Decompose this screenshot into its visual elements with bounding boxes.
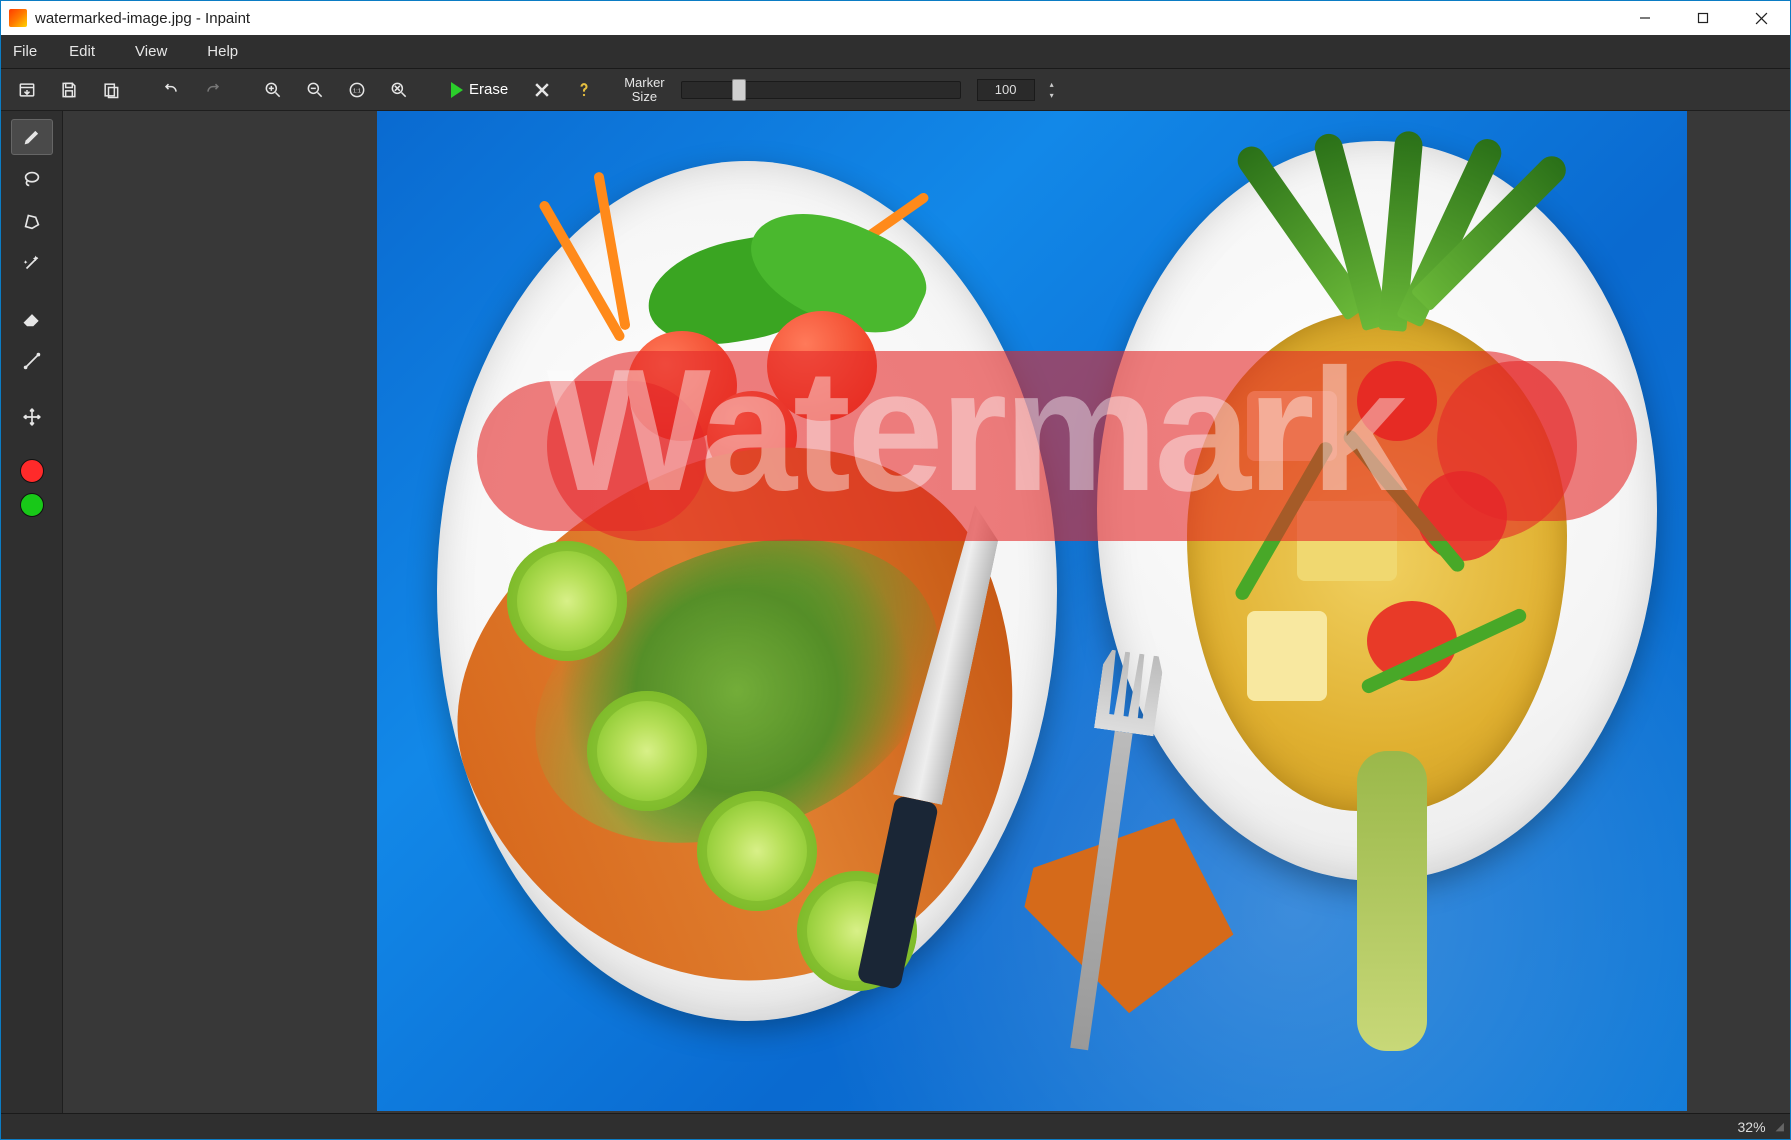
menu-bar: File Edit View Help — [1, 35, 1790, 69]
menu-view[interactable]: View — [123, 37, 195, 66]
menu-edit[interactable]: Edit — [57, 37, 123, 66]
image-content — [507, 541, 627, 661]
menu-file[interactable]: File — [5, 37, 57, 66]
selection-mask — [1437, 361, 1637, 521]
open-button[interactable] — [9, 73, 45, 107]
erase-label: Erase — [469, 81, 508, 98]
main-toolbar: 1:1 Erase Marker Size ▴ ▾ — [1, 69, 1790, 111]
lasso-tool[interactable] — [11, 161, 53, 197]
marker-size-slider[interactable] — [681, 81, 961, 99]
resize-grip[interactable]: ◢ — [1776, 1120, 1782, 1133]
image-content — [1247, 611, 1327, 701]
close-button[interactable] — [1732, 1, 1790, 35]
mask-color-red[interactable] — [20, 459, 44, 483]
canvas-area[interactable]: Watermark — [63, 111, 1790, 1113]
zoom-in-button[interactable] — [255, 73, 291, 107]
zoom-actual-button[interactable]: 1:1 — [339, 73, 375, 107]
window-title: watermarked-image.jpg - Inpaint — [35, 10, 1616, 27]
play-icon — [451, 82, 463, 98]
zoom-out-button[interactable] — [297, 73, 333, 107]
marker-tool[interactable] — [11, 119, 53, 155]
marker-size-increase[interactable]: ▴ — [1045, 79, 1059, 90]
paste-button[interactable] — [93, 73, 129, 107]
clear-selection-button[interactable] — [524, 73, 560, 107]
undo-button[interactable] — [153, 73, 189, 107]
help-button[interactable] — [566, 73, 602, 107]
image-content — [1357, 751, 1427, 1051]
watermark-text: Watermark — [547, 329, 1404, 530]
eraser-tool[interactable] — [11, 301, 53, 337]
app-icon — [9, 9, 27, 27]
donor-color-green[interactable] — [20, 493, 44, 517]
erase-button[interactable]: Erase — [441, 73, 518, 107]
polygon-tool[interactable] — [11, 203, 53, 239]
move-tool[interactable] — [11, 399, 53, 435]
line-tool[interactable] — [11, 343, 53, 379]
menu-help[interactable]: Help — [195, 37, 266, 66]
svg-text:1:1: 1:1 — [353, 88, 361, 94]
save-button[interactable] — [51, 73, 87, 107]
image-content — [697, 791, 817, 911]
status-bar: 32% ◢ — [1, 1113, 1790, 1139]
image-content — [587, 691, 707, 811]
maximize-button[interactable] — [1674, 1, 1732, 35]
image-canvas[interactable]: Watermark — [377, 111, 1687, 1111]
marker-size-label: Marker Size — [624, 76, 664, 103]
slider-thumb[interactable] — [732, 79, 746, 101]
marker-size-input[interactable] — [977, 79, 1035, 101]
title-bar: watermarked-image.jpg - Inpaint — [1, 1, 1790, 35]
marker-size-decrease[interactable]: ▾ — [1045, 90, 1059, 101]
minimize-button[interactable] — [1616, 1, 1674, 35]
redo-button[interactable] — [195, 73, 231, 107]
zoom-fit-button[interactable] — [381, 73, 417, 107]
tool-palette — [1, 111, 63, 1113]
zoom-level: 32% — [1738, 1119, 1766, 1135]
magic-wand-tool[interactable] — [11, 245, 53, 281]
